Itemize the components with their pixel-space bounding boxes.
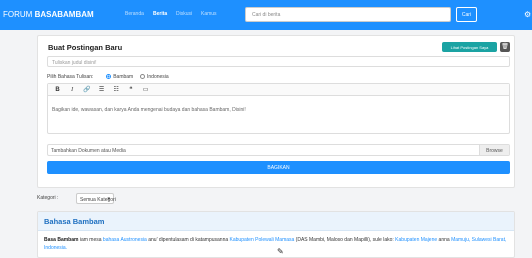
numbered-list-icon[interactable]: ☷ — [111, 86, 122, 94]
link-austronesia[interactable]: bahasa Austronesia — [103, 237, 147, 243]
link-polewali-mamasa[interactable]: Kabupaten Polewali Mamasa — [230, 237, 295, 243]
category-selected: Semua Kategori — [80, 197, 116, 203]
nav-link-diskusi[interactable]: Diskusi — [176, 11, 192, 17]
nav-link-beranda[interactable]: Beranda — [125, 11, 144, 17]
radio-indonesia[interactable] — [140, 74, 145, 79]
editor-placeholder[interactable]: Bagikan ide, wawasan, dan karya Anda men… — [48, 96, 509, 113]
italic-icon[interactable]: I — [67, 86, 78, 94]
language-label: Pilih Bahasa Tulisan: — [47, 74, 94, 80]
brand-logo[interactable]: FORUM BASABAMBAM — [3, 10, 94, 19]
bullet-list-icon[interactable]: ☰ — [96, 86, 107, 94]
create-post-title: Buat Postingan Baru — [48, 43, 123, 52]
search-input[interactable]: Cari di berita — [245, 7, 451, 22]
brand-name: BASABAMBAM — [34, 10, 94, 19]
nav-link-berita[interactable]: Berita — [153, 11, 167, 17]
my-posts-button[interactable]: Lihat Postingan Saya — [442, 42, 497, 52]
category-label: Kategori : — [37, 195, 59, 201]
browse-button[interactable]: Browse — [479, 145, 509, 155]
post-title-input[interactable]: Tuliskan judul disini! — [47, 56, 510, 67]
trash-icon[interactable]: 🗑 — [500, 42, 510, 52]
article-body: Basa Bambam iam mesa bahasa Austronesia … — [38, 231, 514, 252]
link-majene[interactable]: Kabupaten Majene — [395, 237, 437, 243]
article-term: Basa Bambam — [44, 237, 79, 243]
create-post-card: Buat Postingan Baru Lihat Postingan Saya… — [37, 35, 515, 188]
radio-bambam-label[interactable]: Bambam — [113, 74, 133, 80]
language-selector: Pilih Bahasa Tulisan: Bambam Indonesia — [47, 74, 169, 80]
category-select[interactable]: Semua Kategori ▾ — [76, 193, 116, 204]
chevron-down-icon: ▾ — [107, 196, 110, 202]
top-navbar: FORUM BASABAMBAM Beranda Berita Diskusi … — [0, 0, 532, 30]
radio-bambam[interactable] — [106, 74, 112, 79]
bold-icon[interactable]: B — [52, 86, 63, 94]
article-text: anna — [437, 237, 452, 243]
quote-icon[interactable]: ❝ — [125, 86, 136, 94]
radio-indonesia-label[interactable]: Indonesia — [147, 74, 169, 80]
search-button[interactable]: Cari — [456, 7, 477, 22]
article-heading[interactable]: Bahasa Bambam — [38, 212, 514, 231]
pencil-icon[interactable]: ✎ — [277, 247, 284, 256]
article-text: iam mesa — [78, 237, 103, 243]
share-button[interactable]: BAGIKAN — [47, 161, 510, 174]
media-upload[interactable]: Tambahkan Dokumen atau Media Browse — [47, 144, 510, 156]
gear-icon[interactable]: ⚙ — [524, 10, 532, 20]
brand-prefix: FORUM — [3, 10, 33, 19]
nav-link-kamus[interactable]: Kamus — [201, 11, 217, 17]
image-icon[interactable]: ▭ — [140, 86, 151, 94]
media-upload-label: Tambahkan Dokumen atau Media — [51, 148, 126, 154]
rich-text-editor[interactable]: B I 🔗 ☰ ☷ ❝ ▭ Bagikan ide, wawasan, dan … — [47, 83, 510, 134]
article-card: Bahasa Bambam Basa Bambam iam mesa bahas… — [37, 211, 515, 258]
link-icon[interactable]: 🔗 — [81, 86, 92, 94]
article-text: (DAS Mambi, Maloso dan Mapilli), sule la… — [294, 237, 396, 243]
editor-toolbar: B I 🔗 ☰ ☷ ❝ ▭ — [48, 84, 509, 96]
article-text: anu' dipentulasam di katampusanna — [146, 237, 230, 243]
